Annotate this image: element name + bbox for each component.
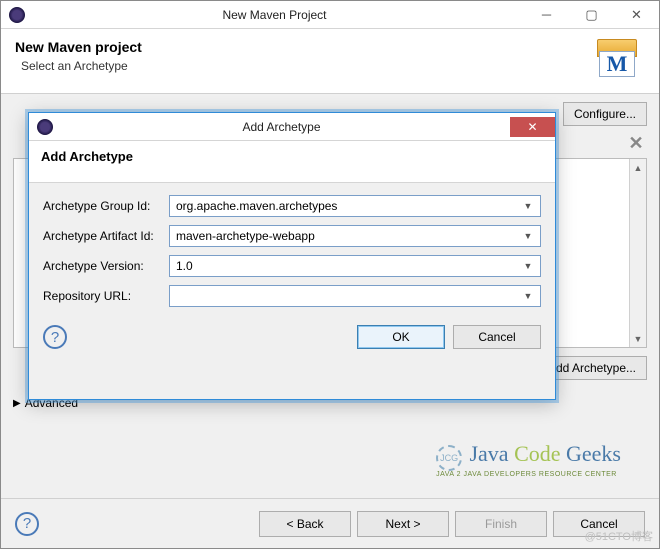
artifact-id-combo[interactable]: ▼: [169, 225, 541, 247]
ok-button[interactable]: OK: [357, 325, 445, 349]
wizard-footer: ? < Back Next > Finish Cancel: [1, 498, 659, 548]
chevron-down-icon[interactable]: ▼: [520, 291, 536, 301]
artifact-id-input[interactable]: [174, 228, 520, 244]
expand-icon: ▶: [13, 398, 21, 409]
wizard-header: New Maven project Select an Archetype M: [1, 29, 659, 94]
dialog-header: Add Archetype: [29, 141, 555, 183]
chevron-down-icon[interactable]: ▼: [520, 201, 536, 211]
dialog-body: Archetype Group Id: ▼ Archetype Artifact…: [29, 183, 555, 319]
eclipse-icon: [9, 7, 25, 23]
dialog-close-button[interactable]: ✕: [510, 117, 555, 137]
dialog-footer: ? OK Cancel: [29, 319, 555, 359]
watermark: JCG Java Code Geeks Java 2 Java Develope…: [436, 441, 621, 478]
scroll-up-icon[interactable]: ▲: [630, 159, 646, 176]
maximize-button[interactable]: ▢: [569, 5, 614, 25]
watermark-tagline: Java 2 Java Developers Resource Center: [436, 471, 621, 478]
help-icon[interactable]: ?: [15, 512, 39, 536]
group-id-label: Archetype Group Id:: [43, 199, 163, 213]
version-combo[interactable]: ▼: [169, 255, 541, 277]
minimize-button[interactable]: ─: [524, 5, 569, 25]
eclipse-icon: [37, 119, 53, 135]
back-button[interactable]: < Back: [259, 511, 351, 537]
chevron-down-icon[interactable]: ▼: [520, 231, 536, 241]
repo-url-input[interactable]: [174, 288, 520, 304]
corner-watermark: @51CTO博客: [585, 528, 653, 544]
wizard-header-subtitle: Select an Archetype: [21, 59, 142, 73]
wizard-title: New Maven Project: [25, 8, 524, 22]
version-label: Archetype Version:: [43, 259, 163, 273]
dialog-cancel-button[interactable]: Cancel: [453, 325, 541, 349]
window-buttons: ─ ▢ ✕: [524, 5, 659, 25]
clear-filter-icon[interactable]: ✕: [625, 132, 647, 154]
repo-url-combo[interactable]: ▼: [169, 285, 541, 307]
list-scrollbar[interactable]: ▲ ▼: [629, 159, 646, 347]
dialog-title: Add Archetype: [53, 120, 510, 134]
maven-wizard-icon: M: [593, 39, 641, 79]
watermark-word-code: Code: [514, 441, 560, 466]
finish-button: Finish: [455, 511, 547, 537]
configure-button[interactable]: Configure...: [563, 102, 647, 126]
group-id-input[interactable]: [174, 198, 520, 214]
repo-url-label: Repository URL:: [43, 289, 163, 303]
add-archetype-dialog: Add Archetype ✕ Add Archetype Archetype …: [28, 112, 556, 400]
group-id-combo[interactable]: ▼: [169, 195, 541, 217]
chevron-down-icon[interactable]: ▼: [520, 261, 536, 271]
dialog-titlebar: Add Archetype ✕: [29, 113, 555, 141]
scroll-down-icon[interactable]: ▼: [630, 330, 646, 347]
wizard-titlebar: New Maven Project ─ ▢ ✕: [1, 1, 659, 29]
next-button[interactable]: Next >: [357, 511, 449, 537]
close-button[interactable]: ✕: [614, 5, 659, 25]
watermark-word-geeks: Geeks: [566, 441, 621, 466]
wizard-header-title: New Maven project: [15, 39, 142, 55]
watermark-word-java: Java: [469, 441, 508, 466]
version-input[interactable]: [174, 258, 520, 274]
jcg-logo-icon: JCG: [436, 445, 462, 471]
dialog-help-icon[interactable]: ?: [43, 325, 67, 349]
artifact-id-label: Archetype Artifact Id:: [43, 229, 163, 243]
